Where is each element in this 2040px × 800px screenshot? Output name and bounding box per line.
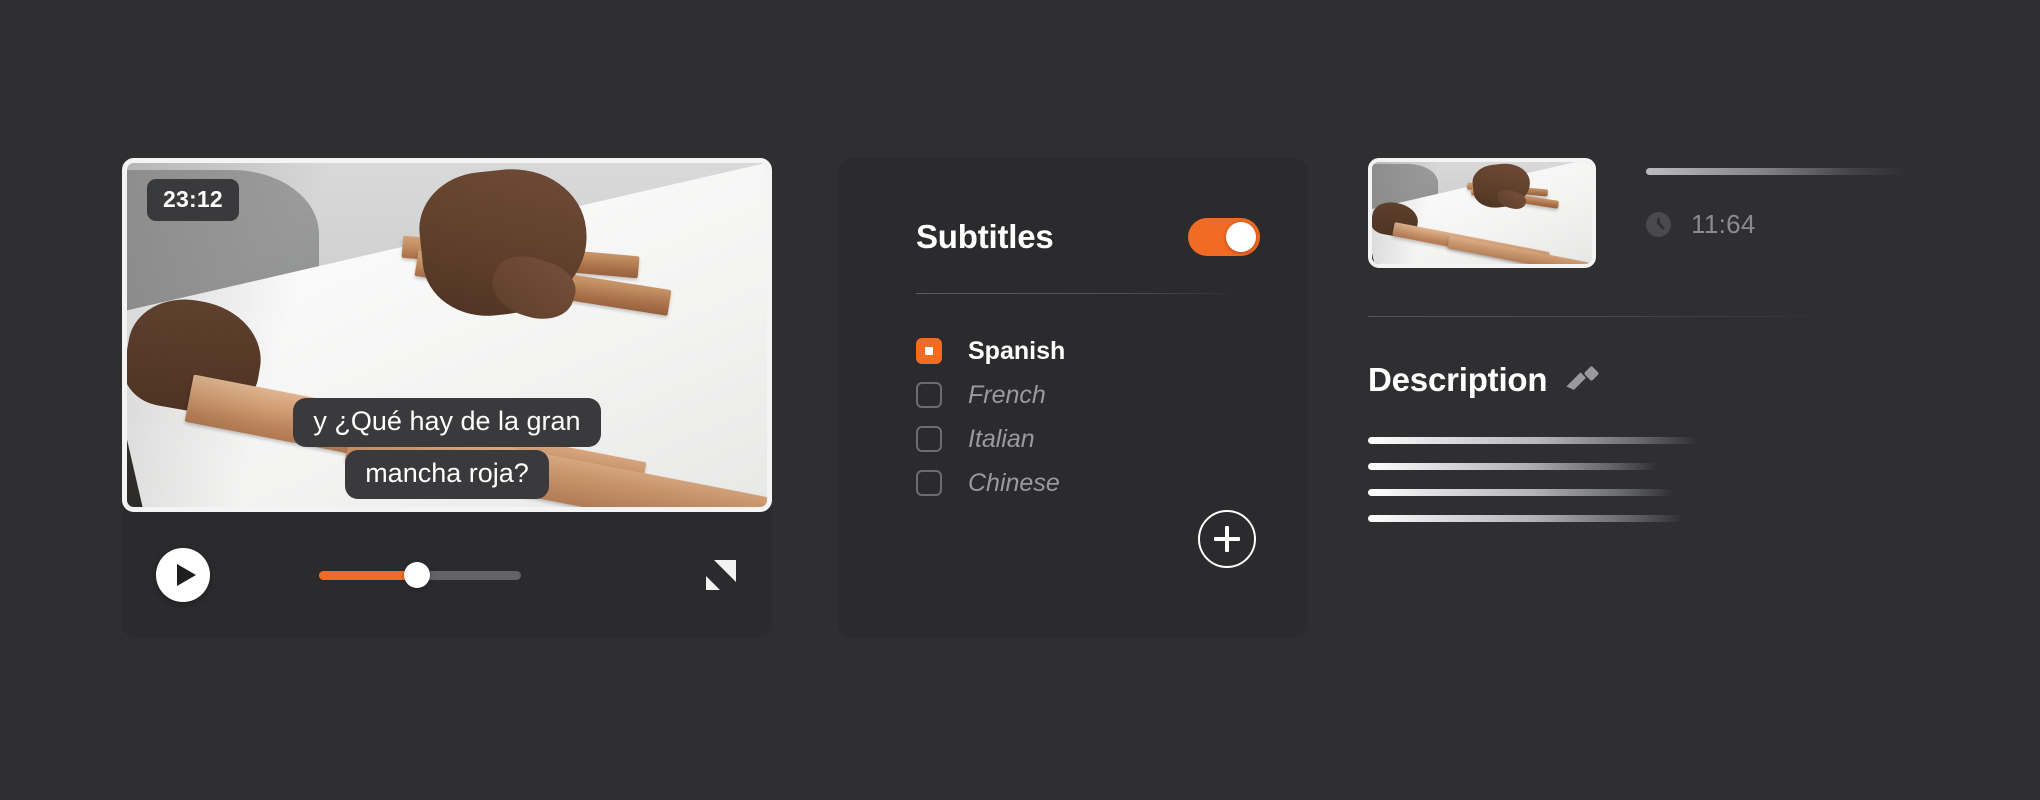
fullscreen-icon[interactable] [706,560,736,590]
subtitle-line: y ¿Qué hay de la gran [293,397,601,447]
language-list: Spanish French Italian Chinese [916,334,1260,500]
pencil-icon-body [1567,372,1587,392]
details-divider [1368,316,1828,317]
language-label: Italian [968,424,1035,453]
volume-slider[interactable] [319,562,521,588]
language-label: Chinese [968,468,1060,497]
language-option-italian[interactable]: Italian [916,422,1260,456]
checkbox-unchecked-icon[interactable] [916,382,942,408]
description-placeholder-line [1368,463,1658,470]
subtitle-overlay: y ¿Qué hay de la gran mancha roja? [127,397,767,499]
video-frame[interactable]: 23:12 y ¿Qué hay de la gran mancha roja? [122,158,772,512]
thumbnail-meta: 11:64 [1646,158,1908,240]
duration-row: 11:64 [1646,209,1908,240]
language-label: Spanish [968,336,1066,365]
app-root: 23:12 y ¿Qué hay de la gran mancha roja? [0,0,2040,800]
slider-knob[interactable] [403,562,430,588]
play-button[interactable] [156,548,210,602]
video-thumbnail[interactable] [1368,158,1596,268]
play-icon [176,564,196,586]
subtitles-card: Subtitles Spanish French Italian Chinese [838,158,1308,638]
player-controls [122,512,772,638]
thumbnail-still-image [1372,162,1592,264]
clock-icon [1646,212,1671,237]
checkbox-mark [925,347,933,355]
scene-vignette [1372,162,1592,264]
details-panel: 11:64 Description [1368,158,1908,638]
checkbox-unchecked-icon[interactable] [916,426,942,452]
pencil-icon-nib [1584,365,1600,381]
clock-hand-minute [1658,223,1665,231]
add-language-button[interactable] [1198,510,1256,568]
language-option-chinese[interactable]: Chinese [916,466,1260,500]
language-option-spanish[interactable]: Spanish [916,334,1260,368]
title-placeholder-bar [1646,168,1908,175]
description-header: Description [1368,361,1908,399]
toggle-knob [1226,222,1256,252]
plus-icon-vertical [1225,526,1229,552]
checkbox-unchecked-icon[interactable] [916,470,942,496]
checkbox-checked-icon[interactable] [916,338,942,364]
duration-text: 11:64 [1691,209,1756,239]
subtitles-toggle[interactable] [1188,218,1260,256]
description-title: Description [1368,361,1548,398]
description-placeholder-line [1368,437,1698,444]
subtitles-title: Subtitles [916,218,1054,255]
description-placeholder-line [1368,515,1683,522]
thumbnail-row: 11:64 [1368,158,1908,268]
language-label: French [968,380,1046,409]
video-player-card: 23:12 y ¿Qué hay de la gran mancha roja? [122,158,772,638]
subtitles-divider [916,293,1229,294]
video-timestamp-badge: 23:12 [147,179,239,221]
description-placeholder-line [1368,489,1673,496]
description-placeholder [1368,437,1908,522]
subtitle-line: mancha roja? [345,449,549,499]
subtitles-header: Subtitles [916,218,1260,256]
fullscreen-icon-lower [706,576,720,590]
pencil-icon[interactable] [1571,365,1600,394]
language-option-french[interactable]: French [916,378,1260,412]
